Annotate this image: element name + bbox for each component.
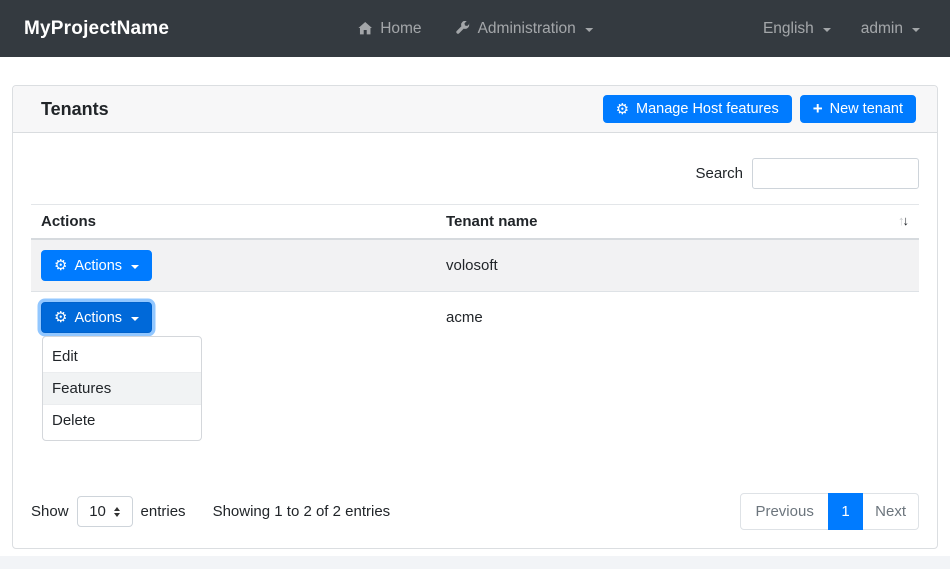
manage-host-features-label: Manage Host features	[636, 101, 779, 117]
actions-cell: ⚙ Actions	[31, 239, 436, 292]
header-actions: ⚙ Manage Host features + New tenant	[603, 95, 916, 123]
user-label: admin	[861, 20, 903, 38]
table-info-text: Showing 1 to 2 of 2 entries	[213, 503, 391, 520]
new-tenant-button[interactable]: + New tenant	[800, 95, 916, 123]
language-dropdown[interactable]: English	[763, 20, 831, 38]
dropdown-item-edit[interactable]: Edit	[43, 341, 201, 372]
actions-dropdown-menu: Edit Features Delete	[42, 336, 202, 441]
search-input[interactable]	[752, 158, 919, 189]
pagination-previous-button[interactable]: Previous	[740, 493, 828, 530]
page-size-value: 10	[89, 503, 106, 520]
brand-logo[interactable]: MyProjectName	[24, 18, 169, 40]
user-dropdown[interactable]: admin	[861, 20, 920, 38]
table-row: ⚙ Actions volosoft	[31, 239, 919, 292]
manage-host-features-button[interactable]: ⚙ Manage Host features	[603, 95, 792, 123]
actions-column-header: Actions	[31, 205, 436, 240]
navbar-right: English admin	[763, 20, 920, 38]
dropdown-item-features[interactable]: Features	[43, 372, 201, 404]
nav-item-home[interactable]: Home	[357, 20, 421, 38]
tenant-name-header-label: Tenant name	[446, 213, 537, 230]
top-navbar: MyProjectName Home Administration Englis…	[0, 0, 950, 57]
row-actions-button-acme[interactable]: ⚙ Actions	[41, 302, 152, 333]
dropdown-item-delete[interactable]: Delete	[43, 404, 201, 436]
pagination: Previous 1 Next	[740, 493, 919, 530]
wrench-icon	[456, 21, 471, 36]
actions-cell: ⚙ Actions Edit Features Delete	[31, 292, 436, 344]
language-label: English	[763, 20, 814, 38]
gear-icon: ⚙	[54, 310, 67, 325]
tenant-name-cell: acme	[436, 292, 919, 344]
nav-item-administration-label: Administration	[478, 20, 576, 38]
gear-icon: ⚙	[54, 258, 67, 273]
card-body: Search Actions ↑↓ Tenant name ⚙	[13, 133, 937, 548]
tenant-name-cell: volosoft	[436, 239, 919, 292]
row-actions-label: Actions	[74, 310, 122, 326]
gear-icon: ⚙	[616, 102, 629, 117]
pagination-page-1-button[interactable]: 1	[828, 493, 863, 530]
home-icon	[357, 21, 373, 36]
nav-item-home-label: Home	[380, 20, 421, 38]
card-header: Tenants ⚙ Manage Host features + New ten…	[13, 86, 937, 133]
row-actions-button-volosoft[interactable]: ⚙ Actions	[41, 250, 152, 281]
chevron-down-icon	[131, 265, 139, 269]
table-footer-controls: Show 10 entries Showing 1 to 2 of 2 entr…	[31, 493, 919, 530]
tenant-name-column-header[interactable]: ↑↓ Tenant name	[436, 205, 919, 240]
plus-icon: +	[813, 100, 823, 117]
sort-icon[interactable]: ↑↓	[898, 213, 907, 228]
chevron-down-icon	[585, 28, 593, 32]
chevron-down-icon	[823, 28, 831, 32]
show-label: Show	[31, 503, 69, 520]
row-actions-label: Actions	[74, 258, 122, 274]
page-footer-strip	[0, 556, 950, 569]
main-menu: Home Administration	[357, 0, 593, 57]
search-row: Search	[31, 133, 919, 204]
tenants-card: Tenants ⚙ Manage Host features + New ten…	[12, 85, 938, 549]
table-header-row: Actions ↑↓ Tenant name	[31, 205, 919, 240]
new-tenant-label: New tenant	[830, 101, 903, 117]
chevron-down-icon	[131, 317, 139, 321]
page-size-select[interactable]: 10	[77, 496, 133, 527]
entries-label: entries	[141, 503, 186, 520]
up-down-arrows-icon	[114, 507, 120, 517]
tenants-table: Actions ↑↓ Tenant name ⚙ Actions	[31, 204, 919, 343]
chevron-down-icon	[912, 28, 920, 32]
page-title: Tenants	[41, 99, 109, 120]
pagination-next-button[interactable]: Next	[862, 493, 919, 530]
search-label: Search	[695, 165, 743, 182]
nav-item-administration[interactable]: Administration	[456, 20, 593, 38]
table-row: ⚙ Actions Edit Features Delete acme	[31, 292, 919, 344]
